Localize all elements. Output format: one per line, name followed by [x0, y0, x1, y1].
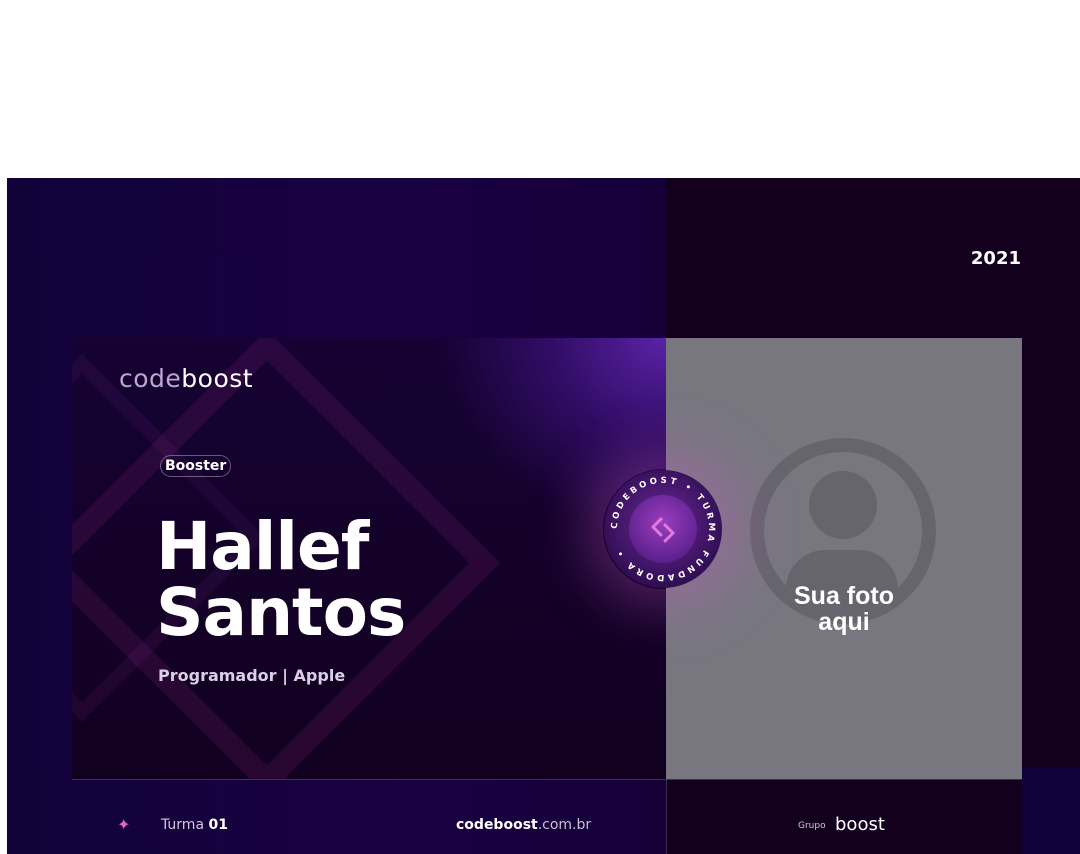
booster-badge: Booster	[160, 455, 232, 477]
site-light: .com.br	[537, 817, 592, 833]
site-bold: codeboost	[456, 817, 538, 833]
avatar-head-icon	[809, 471, 877, 539]
person-name: Hallef Santos	[156, 508, 406, 651]
certificate-card: 2021 codeboost Booster Hallef Santos Pro…	[7, 178, 1080, 854]
logo-boost-part: boost	[181, 364, 254, 393]
name-last: Santos	[156, 574, 406, 651]
person-role: Programador | Apple	[158, 666, 346, 685]
name-first: Hallef	[156, 508, 370, 585]
turma-text: Turma	[161, 817, 205, 833]
sparkle-icon: ✦	[117, 817, 131, 834]
seal-graphic: CODEBOOST • TURMA FUNDADORA •	[604, 470, 722, 588]
turma-number: 01	[208, 817, 228, 833]
codeboost-logo: codeboost	[119, 364, 253, 393]
turma-fundadora-seal: CODEBOOST • TURMA FUNDADORA •	[603, 469, 723, 589]
main-panel: codeboost Booster Hallef Santos Programa…	[72, 338, 666, 779]
grupo-boost-logo: boost	[835, 814, 885, 835]
website-link[interactable]: codeboost.com.br	[456, 817, 591, 833]
grupo-label: Grupo	[798, 821, 826, 831]
logo-code-part: code	[119, 364, 182, 393]
footer-vertical-divider	[666, 779, 667, 854]
footer-divider	[72, 779, 1022, 780]
photo-placeholder-text: Sua foto aqui	[794, 582, 894, 636]
year-label: 2021	[970, 248, 1021, 269]
corner-accent	[1022, 768, 1080, 854]
turma-label: Turma 01	[161, 817, 228, 833]
